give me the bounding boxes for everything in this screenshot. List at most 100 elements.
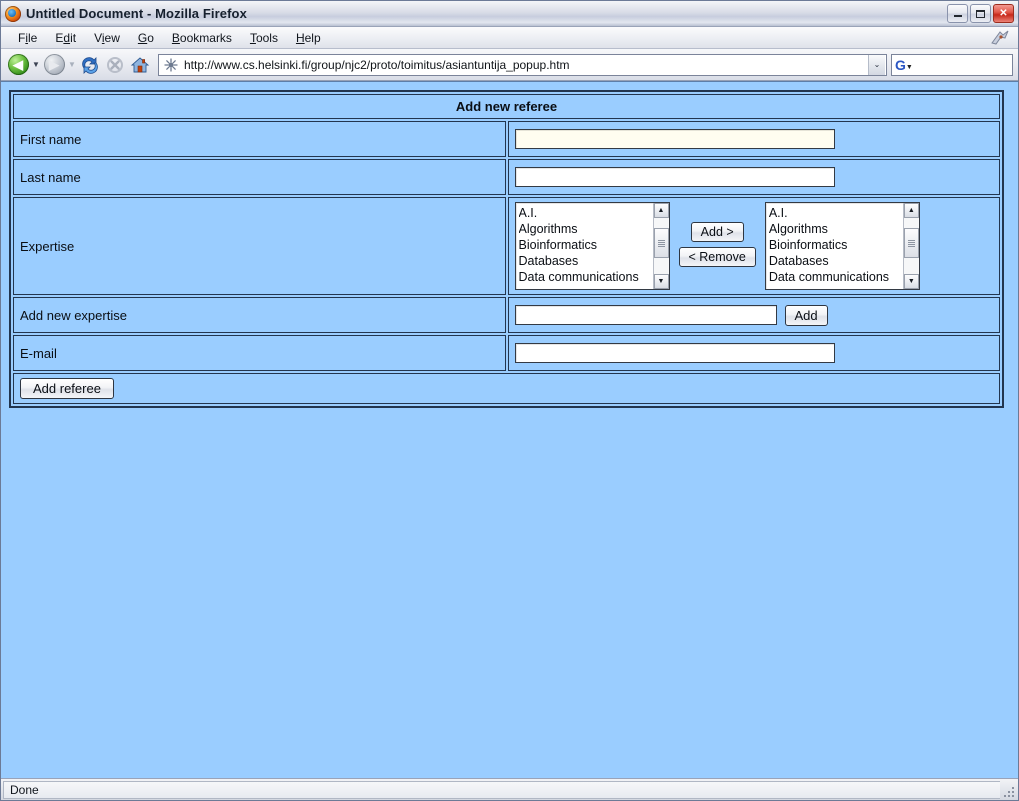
list-item[interactable]: A.I. xyxy=(519,205,653,221)
forward-history-dropdown[interactable]: ▼ xyxy=(67,53,77,77)
scrollbar-grip-icon xyxy=(657,239,665,248)
available-expertise-listbox[interactable]: A.I. Algorithms Bioinformatics Databases… xyxy=(514,202,670,290)
available-listbox-scrollbar[interactable]: ▲ ▼ xyxy=(652,203,669,289)
expertise-label: Expertise xyxy=(13,197,506,295)
menu-help-post: elp xyxy=(304,30,321,45)
menu-go-key: G xyxy=(137,30,148,45)
menu-item-tools[interactable]: Tools xyxy=(241,29,287,47)
list-item[interactable]: Data communications xyxy=(519,269,653,285)
status-text: Done xyxy=(3,780,1000,799)
add-referee-button[interactable]: Add referee xyxy=(20,378,114,399)
selected-listbox-scrollbar[interactable]: ▲ ▼ xyxy=(902,203,919,289)
window-title: Untitled Document - Mozilla Firefox xyxy=(26,6,247,21)
menu-item-bookmarks[interactable]: Bookmarks xyxy=(163,29,241,47)
selected-expertise-options: A.I. Algorithms Bioinformatics Databases… xyxy=(766,203,903,289)
resize-grip-icon[interactable] xyxy=(1000,781,1016,799)
scroll-down-icon[interactable]: ▼ xyxy=(653,274,669,289)
firefox-icon xyxy=(5,5,21,22)
list-item[interactable]: A.I. xyxy=(769,205,903,221)
window-controls: ✕ xyxy=(947,4,1016,23)
menu-item-go[interactable]: Go xyxy=(129,29,163,47)
back-button[interactable]: ◀ xyxy=(6,53,30,77)
minimize-button[interactable] xyxy=(947,4,968,23)
page-viewport: Add new referee First name Last name Exp… xyxy=(1,81,1018,778)
close-button[interactable]: ✕ xyxy=(993,4,1014,23)
last-name-cell xyxy=(507,159,1000,195)
url-text[interactable]: http://www.cs.helsinki.fi/group/njc2/pro… xyxy=(184,58,868,72)
scroll-up-icon[interactable]: ▲ xyxy=(653,203,669,218)
navigation-toolbar: ◀ ▼ ▶ ▼ http://www.cs.helsinki.fi/group/… xyxy=(1,49,1018,81)
stop-icon xyxy=(107,56,123,73)
new-expertise-input[interactable] xyxy=(514,305,777,325)
scroll-down-icon[interactable]: ▼ xyxy=(903,274,919,289)
stop-button xyxy=(103,53,127,77)
back-history-dropdown[interactable]: ▼ xyxy=(31,53,41,77)
menu-tools-post: ools xyxy=(255,30,278,45)
menu-item-view[interactable]: View xyxy=(85,29,129,47)
list-item[interactable]: Data communications xyxy=(769,269,903,285)
firefox-throbber-icon xyxy=(986,28,1014,48)
home-icon xyxy=(130,56,150,72)
first-name-input[interactable] xyxy=(514,129,835,149)
table-row-header: Add new referee xyxy=(13,94,1000,119)
scrollbar-thumb[interactable] xyxy=(653,228,669,258)
first-name-label: First name xyxy=(13,121,506,157)
url-bar[interactable]: http://www.cs.helsinki.fi/group/njc2/pro… xyxy=(158,53,887,76)
search-box[interactable]: G ▼ xyxy=(891,53,1013,76)
selected-expertise-listbox[interactable]: A.I. Algorithms Bioinformatics Databases… xyxy=(764,202,920,290)
scrollbar-track[interactable] xyxy=(903,218,919,274)
first-name-cell xyxy=(507,121,1000,157)
google-icon[interactable]: G xyxy=(895,58,906,72)
email-cell xyxy=(507,335,1000,371)
url-dropdown-button[interactable]: ⌄ xyxy=(868,54,885,75)
email-label: E-mail xyxy=(13,335,506,371)
menu-bookmarks-post: ookmarks xyxy=(179,30,232,45)
submit-cell: Add referee xyxy=(13,373,1000,404)
menu-item-file[interactable]: File xyxy=(9,29,46,47)
menu-bar: File Edit View Go Bookmarks Tools Help xyxy=(1,27,1018,49)
menu-view-post: ew xyxy=(104,30,120,45)
list-item[interactable]: Bioinformatics xyxy=(519,237,653,253)
status-bar: Done xyxy=(1,778,1018,800)
menu-item-help[interactable]: Help xyxy=(287,29,330,47)
scrollbar-track[interactable] xyxy=(653,218,669,274)
page-favicon xyxy=(163,57,179,72)
menu-bookmarks-key: B xyxy=(171,30,180,45)
add-referee-form-table: Add new referee First name Last name Exp… xyxy=(9,90,1004,408)
table-row-first-name: First name xyxy=(13,121,1000,157)
list-item[interactable]: Bioinformatics xyxy=(769,237,903,253)
menu-go-post: o xyxy=(147,30,154,45)
scroll-up-icon[interactable]: ▲ xyxy=(903,203,919,218)
back-arrow-icon: ◀ xyxy=(7,54,29,75)
minimize-icon xyxy=(953,15,962,17)
table-row-email: E-mail xyxy=(13,335,1000,371)
list-item[interactable]: Algorithms xyxy=(519,221,653,237)
maximize-button[interactable] xyxy=(970,4,991,23)
list-item[interactable]: Databases xyxy=(519,253,653,269)
scrollbar-thumb[interactable] xyxy=(903,228,919,258)
remove-expertise-button[interactable]: < Remove xyxy=(678,247,756,267)
last-name-input[interactable] xyxy=(514,167,835,187)
search-engine-caret-icon[interactable]: ▼ xyxy=(906,64,913,71)
last-name-label: Last name xyxy=(13,159,506,195)
email-input[interactable] xyxy=(514,343,835,363)
reload-icon xyxy=(82,56,98,74)
menu-edit-post: it xyxy=(70,30,77,45)
title-bar: Untitled Document - Mozilla Firefox ✕ xyxy=(1,1,1018,27)
expertise-picker: A.I. Algorithms Bioinformatics Databases… xyxy=(514,202,994,290)
forward-button[interactable]: ▶ xyxy=(42,53,66,77)
list-item[interactable]: Databases xyxy=(769,253,903,269)
list-item[interactable]: Algorithms xyxy=(769,221,903,237)
add-new-expertise-cell: Add xyxy=(507,297,1000,333)
browser-window: Untitled Document - Mozilla Firefox ✕ Fi… xyxy=(0,0,1019,801)
add-new-expertise-button[interactable]: Add xyxy=(784,304,828,326)
menu-item-edit[interactable]: Edit xyxy=(46,29,85,47)
add-expertise-button[interactable]: Add > xyxy=(690,222,744,242)
menu-view-pre: V xyxy=(94,30,102,45)
forward-arrow-icon: ▶ xyxy=(43,54,65,75)
available-expertise-options: A.I. Algorithms Bioinformatics Databases… xyxy=(516,203,653,289)
reload-button[interactable] xyxy=(78,53,102,77)
menu-file-post: le xyxy=(28,30,38,45)
add-new-expertise-label: Add new expertise xyxy=(13,297,506,333)
home-button[interactable] xyxy=(128,53,152,77)
